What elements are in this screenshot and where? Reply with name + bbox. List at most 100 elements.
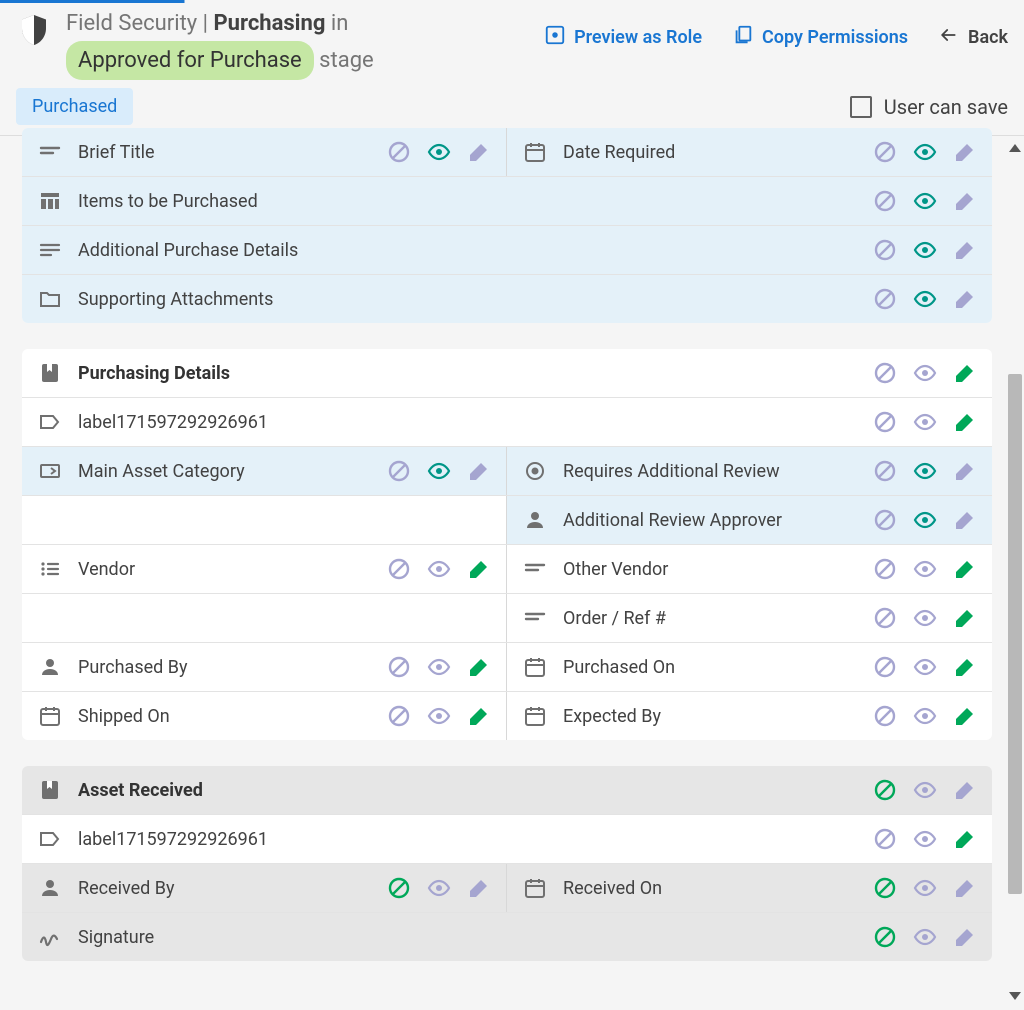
- view-button[interactable]: [912, 654, 938, 680]
- edit-button[interactable]: [952, 360, 978, 386]
- page-header: Field Security | Purchasing in Approved …: [0, 0, 1024, 136]
- field-label: Items to be Purchased: [78, 191, 872, 212]
- edit-button[interactable]: [952, 286, 978, 312]
- block-button[interactable]: [872, 924, 898, 950]
- block-button[interactable]: [872, 188, 898, 214]
- view-button[interactable]: [426, 875, 452, 901]
- purchased-chip[interactable]: Purchased: [16, 88, 133, 125]
- block-button[interactable]: [872, 654, 898, 680]
- edit-button[interactable]: [466, 458, 492, 484]
- block-button[interactable]: [872, 875, 898, 901]
- view-button[interactable]: [912, 924, 938, 950]
- edit-button[interactable]: [466, 556, 492, 582]
- grid-icon: [22, 189, 78, 213]
- edit-button[interactable]: [466, 654, 492, 680]
- short-text-icon: [507, 557, 563, 581]
- back-button[interactable]: Back: [938, 25, 1008, 50]
- edit-button[interactable]: [952, 458, 978, 484]
- block-button[interactable]: [386, 458, 412, 484]
- edit-button[interactable]: [952, 237, 978, 263]
- view-button[interactable]: [912, 875, 938, 901]
- copy-permissions-button[interactable]: Copy Permissions: [732, 24, 908, 51]
- block-button[interactable]: [872, 703, 898, 729]
- edit-button[interactable]: [952, 654, 978, 680]
- edit-button[interactable]: [952, 188, 978, 214]
- view-button[interactable]: [912, 826, 938, 852]
- scrollbar[interactable]: [1008, 128, 1022, 1006]
- view-button[interactable]: [912, 556, 938, 582]
- edit-button[interactable]: [952, 924, 978, 950]
- user-can-save-checkbox[interactable]: User can save: [850, 95, 1008, 119]
- field-row: Asset Received: [22, 766, 992, 815]
- block-button[interactable]: [386, 875, 412, 901]
- block-button[interactable]: [386, 654, 412, 680]
- field-label: Received By: [78, 878, 386, 899]
- short-text-icon: [507, 606, 563, 630]
- field-row: Brief Title Date Required: [22, 128, 992, 177]
- field-label: Vendor: [78, 559, 386, 580]
- field-label: Supporting Attachments: [78, 289, 872, 310]
- block-button[interactable]: [386, 556, 412, 582]
- block-button[interactable]: [872, 409, 898, 435]
- view-button[interactable]: [426, 703, 452, 729]
- edit-button[interactable]: [952, 826, 978, 852]
- block-button[interactable]: [872, 826, 898, 852]
- scroll-thumb[interactable]: [1008, 374, 1022, 894]
- edit-button[interactable]: [952, 507, 978, 533]
- view-button[interactable]: [912, 703, 938, 729]
- block-button[interactable]: [872, 286, 898, 312]
- scroll-up-icon: [1009, 144, 1021, 152]
- edit-button[interactable]: [952, 605, 978, 631]
- edit-button[interactable]: [466, 139, 492, 165]
- field-label: Purchased On: [563, 657, 872, 678]
- block-button[interactable]: [872, 556, 898, 582]
- card: Asset Received label171597292926961 Rece…: [22, 766, 992, 961]
- block-button[interactable]: [386, 139, 412, 165]
- edit-button[interactable]: [952, 777, 978, 803]
- view-button[interactable]: [912, 777, 938, 803]
- calendar-icon: [22, 704, 78, 728]
- signature-icon: [22, 925, 78, 949]
- edit-button[interactable]: [952, 409, 978, 435]
- person-icon: [22, 876, 78, 900]
- view-button[interactable]: [912, 605, 938, 631]
- field-label: Purchased By: [78, 657, 386, 678]
- view-button[interactable]: [912, 458, 938, 484]
- view-button[interactable]: [426, 458, 452, 484]
- view-button[interactable]: [912, 409, 938, 435]
- block-button[interactable]: [872, 458, 898, 484]
- edit-button[interactable]: [466, 875, 492, 901]
- radio-icon: [507, 459, 563, 483]
- block-button[interactable]: [872, 237, 898, 263]
- edit-button[interactable]: [952, 703, 978, 729]
- view-button[interactable]: [426, 139, 452, 165]
- field-row: Order / Ref #: [22, 594, 992, 643]
- edit-button[interactable]: [952, 875, 978, 901]
- stage-pill: Approved for Purchase: [66, 41, 314, 80]
- edit-button[interactable]: [952, 556, 978, 582]
- block-button[interactable]: [872, 777, 898, 803]
- field-row: label171597292926961: [22, 398, 992, 447]
- block-button[interactable]: [872, 605, 898, 631]
- preview-as-role-button[interactable]: Preview as Role: [544, 24, 702, 51]
- block-button[interactable]: [872, 360, 898, 386]
- block-button[interactable]: [872, 139, 898, 165]
- view-button[interactable]: [426, 556, 452, 582]
- block-button[interactable]: [872, 507, 898, 533]
- field-label: Additional Purchase Details: [78, 240, 872, 261]
- view-button[interactable]: [912, 286, 938, 312]
- view-button[interactable]: [912, 237, 938, 263]
- view-button[interactable]: [912, 188, 938, 214]
- edit-button[interactable]: [952, 139, 978, 165]
- field-label: Purchasing Details: [78, 363, 872, 384]
- calendar-icon: [507, 655, 563, 679]
- view-button[interactable]: [912, 507, 938, 533]
- field-row: Items to be Purchased: [22, 177, 992, 226]
- edit-button[interactable]: [466, 703, 492, 729]
- view-button[interactable]: [912, 360, 938, 386]
- field-list: Brief Title Date Required Items to be Pu…: [0, 128, 1006, 1010]
- field-label: Asset Received: [78, 780, 872, 801]
- block-button[interactable]: [386, 703, 412, 729]
- view-button[interactable]: [426, 654, 452, 680]
- view-button[interactable]: [912, 139, 938, 165]
